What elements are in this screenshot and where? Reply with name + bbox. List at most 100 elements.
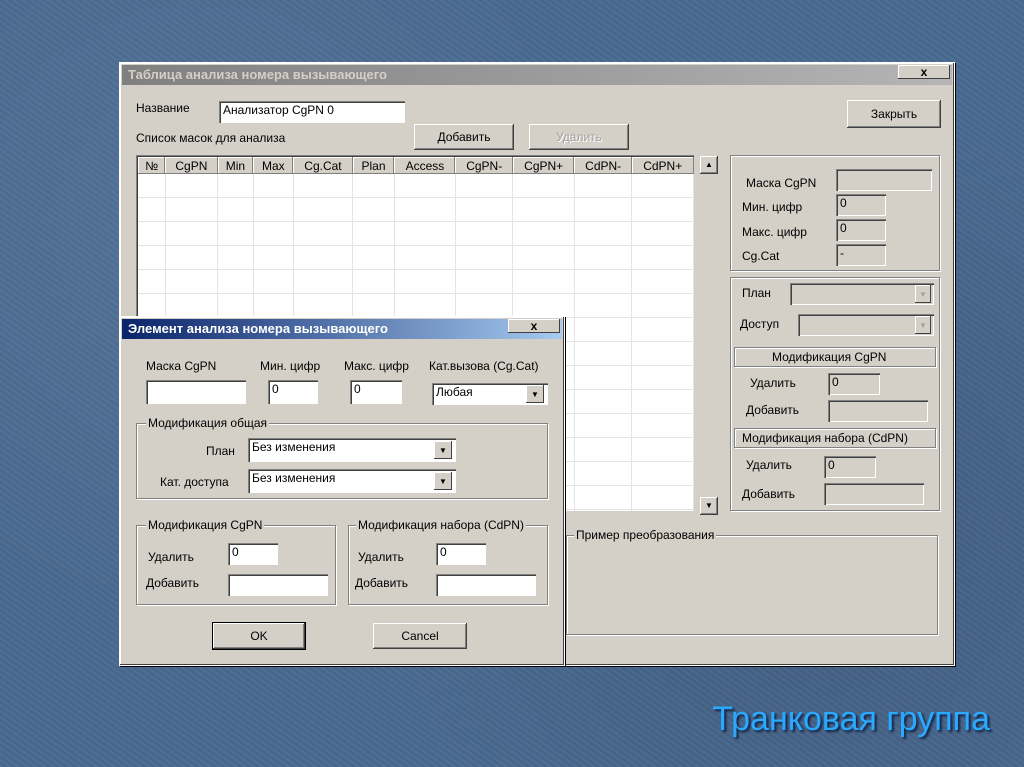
grid-column-header[interactable]: № xyxy=(138,157,166,174)
table-cell[interactable] xyxy=(574,365,633,390)
table-cell[interactable] xyxy=(574,317,633,342)
table-cell[interactable] xyxy=(217,293,254,318)
table-cell[interactable] xyxy=(631,485,694,510)
table-cell[interactable] xyxy=(455,269,514,294)
table-cell[interactable] xyxy=(631,389,694,414)
table-cell[interactable] xyxy=(217,174,254,198)
table-cell[interactable] xyxy=(631,365,694,390)
table-cell[interactable] xyxy=(352,174,395,198)
table-cell[interactable] xyxy=(574,174,633,198)
grid-column-header[interactable]: CdPN+ xyxy=(631,157,694,174)
table-cell[interactable] xyxy=(253,269,294,294)
table-cell[interactable] xyxy=(138,197,166,222)
table-cell[interactable] xyxy=(631,269,694,294)
close-button[interactable]: Закрыть xyxy=(847,100,941,128)
add-button[interactable]: Добавить xyxy=(414,124,514,150)
table-cell[interactable] xyxy=(217,269,254,294)
table-cell[interactable] xyxy=(394,197,456,222)
table-cell[interactable] xyxy=(574,389,633,414)
table-cell[interactable] xyxy=(574,461,633,486)
table-cell[interactable] xyxy=(574,269,633,294)
table-cell[interactable] xyxy=(253,293,294,318)
name-input[interactable]: Анализатор CgPN 0 xyxy=(219,101,405,123)
table-cell[interactable] xyxy=(352,293,395,318)
table-cell[interactable] xyxy=(165,245,219,270)
table-cell[interactable] xyxy=(574,245,633,270)
grid-column-header[interactable]: CgPN+ xyxy=(512,157,575,174)
grid-column-header[interactable]: Access xyxy=(394,157,456,174)
table-cell[interactable] xyxy=(455,245,514,270)
table-cell[interactable] xyxy=(512,221,575,246)
table-cell[interactable] xyxy=(631,245,694,270)
mask-input[interactable] xyxy=(146,380,246,404)
table-cell[interactable] xyxy=(631,341,694,366)
table-cell[interactable] xyxy=(293,269,354,294)
min-digits-input[interactable]: 0 xyxy=(268,380,318,404)
table-cell[interactable] xyxy=(138,245,166,270)
table-cell[interactable] xyxy=(631,317,694,342)
grid-column-header[interactable]: Cg.Cat xyxy=(293,157,353,174)
grid-column-header[interactable]: CdPN- xyxy=(574,157,632,174)
cgpn-add-input[interactable] xyxy=(228,574,328,596)
table-cell[interactable] xyxy=(455,221,514,246)
table-row[interactable] xyxy=(138,269,694,294)
chevron-down-icon[interactable]: ▼ xyxy=(434,472,452,490)
table-cell[interactable] xyxy=(138,221,166,246)
table-cell[interactable] xyxy=(138,293,166,318)
table-row[interactable] xyxy=(138,197,694,222)
plan-select[interactable]: Без изменения xyxy=(248,438,456,462)
table-cell[interactable] xyxy=(217,245,254,270)
max-digits-input[interactable]: 0 xyxy=(350,380,402,404)
table-cell[interactable] xyxy=(352,197,395,222)
table-cell[interactable] xyxy=(631,293,694,318)
grid-column-header[interactable]: Plan xyxy=(352,157,395,174)
table-cell[interactable] xyxy=(293,174,354,198)
table-cell[interactable] xyxy=(631,413,694,438)
table-cell[interactable] xyxy=(512,245,575,270)
table-cell[interactable] xyxy=(631,437,694,462)
table-cell[interactable] xyxy=(631,221,694,246)
table-row[interactable] xyxy=(138,174,694,198)
table-cell[interactable] xyxy=(293,197,354,222)
table-cell[interactable] xyxy=(512,197,575,222)
table-cell[interactable] xyxy=(574,509,633,511)
table-cell[interactable] xyxy=(293,221,354,246)
main-close-button[interactable]: x xyxy=(898,65,950,79)
table-cell[interactable] xyxy=(574,413,633,438)
access-category-select[interactable]: Без изменения xyxy=(248,469,456,493)
table-cell[interactable] xyxy=(631,197,694,222)
cgpn-delete-input[interactable]: 0 xyxy=(228,543,278,565)
cancel-button[interactable]: Cancel xyxy=(373,623,467,649)
table-cell[interactable] xyxy=(455,293,514,318)
table-cell[interactable] xyxy=(574,197,633,222)
cdpn-delete-input[interactable]: 0 xyxy=(436,543,486,565)
table-cell[interactable] xyxy=(352,245,395,270)
dialog-close-button[interactable]: x xyxy=(508,319,560,333)
table-cell[interactable] xyxy=(394,269,456,294)
table-row[interactable] xyxy=(138,293,694,318)
table-cell[interactable] xyxy=(138,174,166,198)
table-cell[interactable] xyxy=(293,245,354,270)
table-cell[interactable] xyxy=(512,293,575,318)
table-cell[interactable] xyxy=(394,245,456,270)
table-cell[interactable] xyxy=(574,437,633,462)
table-cell[interactable] xyxy=(293,293,354,318)
table-cell[interactable] xyxy=(217,197,254,222)
table-cell[interactable] xyxy=(512,174,575,198)
table-cell[interactable] xyxy=(165,174,219,198)
table-cell[interactable] xyxy=(253,245,294,270)
cdpn-add-input[interactable] xyxy=(436,574,536,596)
table-cell[interactable] xyxy=(253,197,294,222)
table-cell[interactable] xyxy=(574,485,633,510)
grid-column-header[interactable]: CgPN xyxy=(165,157,218,174)
table-cell[interactable] xyxy=(631,509,694,511)
table-cell[interactable] xyxy=(455,174,514,198)
table-cell[interactable] xyxy=(631,461,694,486)
table-cell[interactable] xyxy=(253,174,294,198)
scroll-up-button[interactable]: ▲ xyxy=(700,156,718,174)
grid-column-header[interactable]: Max xyxy=(253,157,294,174)
table-cell[interactable] xyxy=(512,269,575,294)
chevron-down-icon[interactable]: ▼ xyxy=(434,441,452,459)
delete-button[interactable]: Удалить xyxy=(529,124,629,150)
table-cell[interactable] xyxy=(165,293,219,318)
